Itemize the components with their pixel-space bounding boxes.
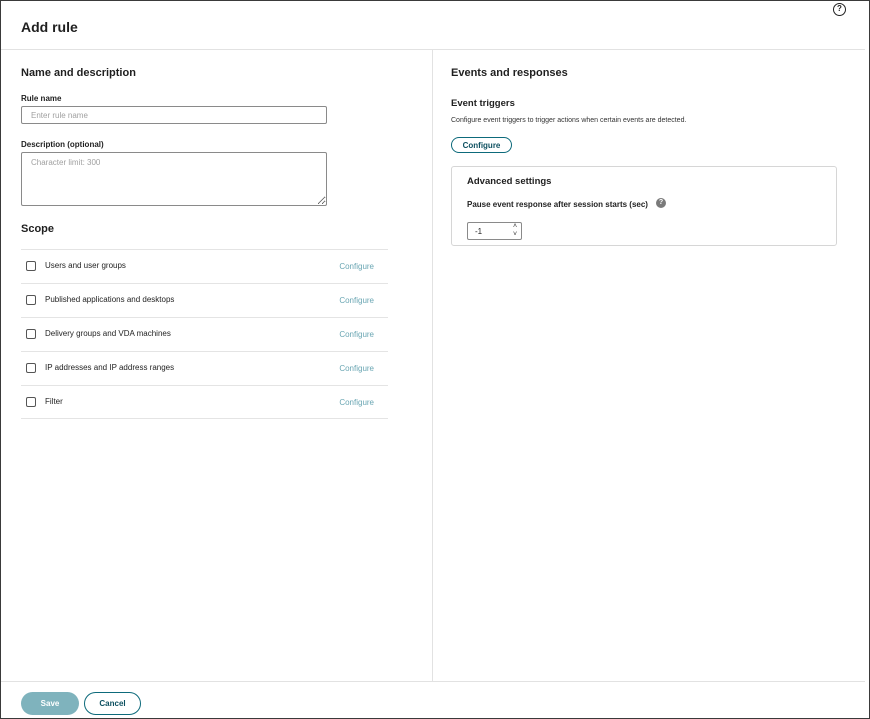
configure-applications-link[interactable]: Configure (339, 296, 374, 305)
configure-users-link[interactable]: Configure (339, 262, 374, 271)
events-responses-heading: Events and responses (451, 67, 568, 79)
rule-name-input[interactable] (21, 106, 327, 124)
scope-row-delivery-groups: Delivery groups and VDA machines Configu… (21, 317, 388, 351)
scope-item-label: Users and user groups (45, 261, 126, 270)
scope-item-label: Published applications and desktops (45, 295, 175, 304)
event-triggers-heading: Event triggers (451, 98, 515, 109)
scope-row-ip-addresses: IP addresses and IP address ranges Confi… (21, 351, 388, 385)
page-title: Add rule (21, 19, 78, 35)
applications-checkbox[interactable] (26, 295, 36, 305)
rule-name-label: Rule name (21, 94, 62, 103)
configure-filter-link[interactable]: Configure (339, 398, 374, 407)
advanced-settings-card: Advanced settings Pause event response a… (451, 166, 837, 246)
info-icon[interactable]: ? (656, 198, 666, 208)
name-description-heading: Name and description (21, 67, 136, 79)
column-divider (432, 50, 433, 682)
scope-heading: Scope (21, 223, 55, 235)
header-divider (1, 49, 865, 50)
footer-divider (1, 681, 865, 682)
scope-row-filter: Filter Configure (21, 385, 388, 419)
stepper-value: -1 (475, 227, 483, 236)
configure-ip-addresses-link[interactable]: Configure (339, 364, 374, 373)
scope-item-label: IP addresses and IP address ranges (45, 363, 175, 372)
scope-row-applications: Published applications and desktops Conf… (21, 283, 388, 317)
filter-checkbox[interactable] (26, 397, 36, 407)
description-label: Description (optional) (21, 140, 104, 149)
advanced-settings-heading: Advanced settings (467, 176, 552, 187)
add-rule-dialog: ? Add rule Name and description Rule nam… (0, 0, 870, 719)
description-textarea[interactable] (21, 152, 327, 206)
configure-event-triggers-button[interactable]: Configure (451, 137, 512, 153)
ip-addresses-checkbox[interactable] (26, 363, 36, 373)
help-icon[interactable]: ? (833, 3, 846, 16)
pause-seconds-stepper[interactable]: -1 ˄ ˅ (467, 222, 522, 240)
scope-list: Users and user groups Configure Publishe… (21, 249, 388, 419)
users-checkbox[interactable] (26, 261, 36, 271)
cancel-button[interactable]: Cancel (84, 692, 141, 715)
chevron-down-icon[interactable]: ˅ (509, 231, 521, 239)
scope-row-users: Users and user groups Configure (21, 249, 388, 283)
delivery-groups-checkbox[interactable] (26, 329, 36, 339)
scope-item-label: Delivery groups and VDA machines (45, 329, 171, 338)
event-triggers-help-text: Configure event triggers to trigger acti… (451, 117, 687, 124)
scope-item-label: Filter (45, 397, 63, 406)
configure-delivery-groups-link[interactable]: Configure (339, 330, 374, 339)
save-button[interactable]: Save (21, 692, 79, 715)
chevron-up-icon[interactable]: ˄ (509, 223, 521, 231)
pause-response-label: Pause event response after session start… (467, 200, 648, 209)
